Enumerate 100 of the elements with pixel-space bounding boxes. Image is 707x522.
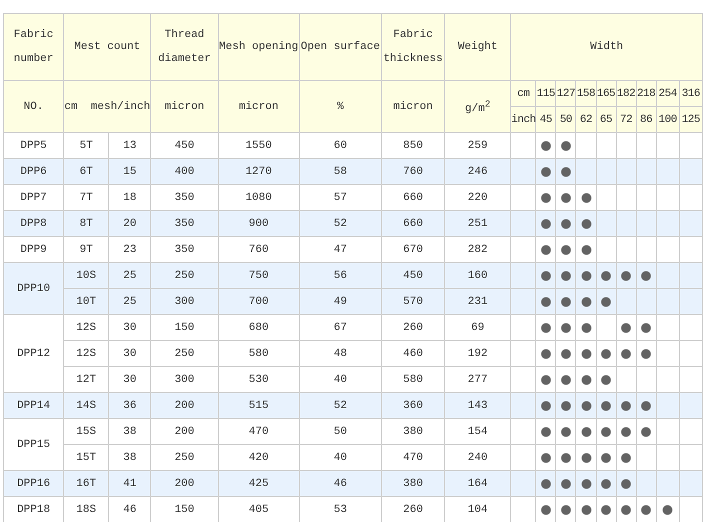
table-cell: 750 (218, 262, 300, 288)
table-cell: 250 (150, 262, 218, 288)
table-cell: 7T (64, 184, 109, 210)
table-cell: 47 (299, 236, 382, 262)
table-cell: 40 (299, 366, 382, 392)
table-cell: DPP15 (4, 418, 64, 470)
table-cell: 40 (299, 444, 382, 470)
unit-header: cm (510, 80, 536, 106)
table-cell: 850 (381, 132, 445, 158)
table-cell: 760 (381, 158, 445, 184)
table-cell: 15 (108, 158, 151, 184)
table-cell: 530 (218, 366, 300, 392)
table-cell: 450 (150, 132, 218, 158)
table-cell: 380 (381, 418, 445, 444)
table-cell: 251 (444, 210, 511, 236)
table-cell: 12T (64, 366, 109, 392)
column-header: Width (510, 14, 702, 80)
table-cell: 900 (218, 210, 300, 236)
width-header: 72 (616, 106, 636, 132)
table-cell: DPP14 (4, 392, 64, 418)
table-cell: 46 (299, 470, 382, 496)
width-header: 182 (616, 80, 636, 106)
table-cell: 104 (444, 496, 511, 522)
table-cell: 5T (64, 132, 109, 158)
table-cell: 660 (381, 210, 445, 236)
unit-header: micron (150, 80, 218, 132)
column-header: Fabric number (4, 14, 64, 80)
table-cell: 15T (64, 444, 109, 470)
column-header: Open surface (299, 14, 382, 80)
width-header: 86 (636, 106, 656, 132)
table-cell: 52 (299, 210, 382, 236)
column-header: Weight (444, 14, 511, 80)
table-cell: 246 (444, 158, 511, 184)
table-cell: DPP16 (4, 470, 64, 496)
table-cell: 240 (444, 444, 511, 470)
table-cell: 300 (150, 366, 218, 392)
table-cell: 760 (218, 236, 300, 262)
table-cell: 220 (444, 184, 511, 210)
width-header: 158 (576, 80, 596, 106)
table-cell: 12S (64, 340, 109, 366)
table-cell: DPP10 (4, 262, 64, 314)
table-cell: 30 (108, 340, 151, 366)
table-cell: 259 (444, 132, 511, 158)
table-cell: 38 (108, 444, 151, 470)
table-cell: 36 (108, 392, 151, 418)
table-cell: 6T (64, 158, 109, 184)
table-cell: 192 (444, 340, 511, 366)
unit-header: inch (510, 106, 536, 132)
table-cell: 420 (218, 444, 300, 470)
table-cell: 425 (218, 470, 300, 496)
table-cell: 350 (150, 236, 218, 262)
table-cell: 9T (64, 236, 109, 262)
width-header: 100 (656, 106, 680, 132)
width-header: 62 (576, 106, 596, 132)
table-cell: 46 (108, 496, 151, 522)
table-cell: 164 (444, 470, 511, 496)
width-header: 115 (536, 80, 556, 106)
table-cell: 56 (299, 262, 382, 288)
column-header: Thread diameter (150, 14, 218, 80)
table-cell: 57 (299, 184, 382, 210)
table-cell: 25 (108, 262, 151, 288)
unit-header: micron (381, 80, 445, 132)
column-header: Fabric thickness (381, 14, 445, 80)
table-cell: DPP9 (4, 236, 64, 262)
table-cell: 470 (381, 444, 445, 470)
table-cell: DPP5 (4, 132, 64, 158)
table-cell: 38 (108, 418, 151, 444)
column-header: Mesh opening (218, 14, 300, 80)
unit-header: cm mesh/inch (64, 80, 151, 132)
table-cell: 18S (64, 496, 109, 522)
table-cell: 8T (64, 210, 109, 236)
table-cell: DPP8 (4, 210, 64, 236)
table-cell: 30 (108, 314, 151, 340)
width-header: 125 (679, 106, 702, 132)
table-cell: 260 (381, 496, 445, 522)
table-cell: 450 (381, 262, 445, 288)
table-cell: DPP18 (4, 496, 64, 522)
table-cell: 400 (150, 158, 218, 184)
table-cell: 1080 (218, 184, 300, 210)
table-cell: 200 (150, 418, 218, 444)
table-cell: 150 (150, 496, 218, 522)
width-header: 218 (636, 80, 656, 106)
table-cell: 260 (381, 314, 445, 340)
table-cell: 30 (108, 366, 151, 392)
unit-header: micron (218, 80, 300, 132)
table-cell: 277 (444, 366, 511, 392)
table-cell: 350 (150, 184, 218, 210)
table-cell: 48 (299, 340, 382, 366)
table-cell: 380 (381, 470, 445, 496)
table-cell: 282 (444, 236, 511, 262)
table-cell: 231 (444, 288, 511, 314)
table-cell: 53 (299, 496, 382, 522)
table-cell: DPP12 (4, 314, 64, 392)
table-cell: 16T (64, 470, 109, 496)
table-cell: 15S (64, 418, 109, 444)
width-header: 254 (656, 80, 680, 106)
table-cell: 200 (150, 470, 218, 496)
width-header: 316 (679, 80, 702, 106)
table-cell: 1270 (218, 158, 300, 184)
table-cell: 50 (299, 418, 382, 444)
